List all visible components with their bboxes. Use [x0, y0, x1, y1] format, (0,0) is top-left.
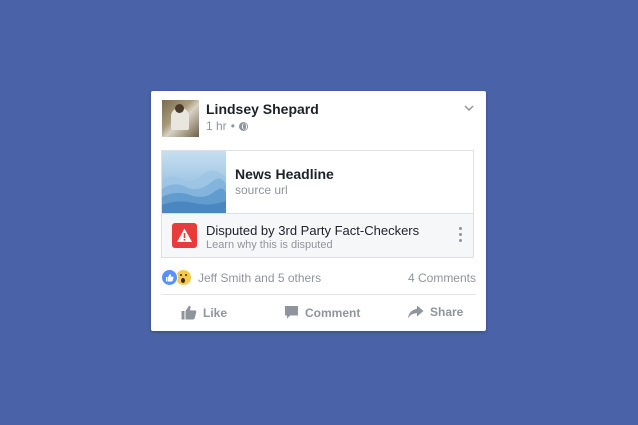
shared-link-preview[interactable]: News Headline source url Disputed by 3rd…	[161, 150, 474, 258]
warning-icon	[172, 223, 197, 248]
link-source: source url	[235, 183, 288, 197]
post-actions: Like Comment Share	[151, 305, 486, 325]
like-button[interactable]: Like	[181, 305, 227, 320]
share-label: Share	[430, 305, 464, 319]
thumbs-up-icon	[181, 305, 197, 320]
divider	[161, 294, 476, 295]
globe-icon[interactable]	[238, 121, 248, 131]
chevron-down-icon[interactable]	[464, 103, 474, 113]
comment-button[interactable]: Comment	[284, 305, 360, 320]
disputed-banner[interactable]: Disputed by 3rd Party Fact-Checkers Lear…	[162, 213, 473, 257]
more-options-icon[interactable]	[459, 227, 463, 245]
disputed-title: Disputed by 3rd Party Fact-Checkers	[206, 223, 420, 238]
avatar[interactable]	[162, 100, 199, 137]
reactions-summary[interactable]: Jeff Smith and 5 others	[161, 269, 321, 286]
comment-icon	[285, 306, 298, 319]
like-reaction-icon	[161, 269, 178, 286]
post-meta: 1 hr •	[206, 119, 248, 133]
reactions-text[interactable]: Jeff Smith and 5 others	[198, 271, 321, 285]
like-label: Like	[203, 305, 228, 320]
share-icon	[408, 305, 424, 319]
mountains-image	[162, 170, 226, 213]
link-thumbnail[interactable]	[162, 151, 226, 213]
post-author-name[interactable]: Lindsey Shepard	[206, 101, 319, 117]
comment-label: Comment	[305, 305, 361, 320]
avatar-head	[175, 104, 184, 113]
link-title[interactable]: News Headline	[235, 166, 334, 182]
share-button[interactable]: Share	[407, 305, 463, 319]
learn-why-link[interactable]: Learn why this is disputed	[206, 239, 333, 251]
news-feed-post: Lindsey Shepard 1 hr • News Headline sou…	[151, 91, 486, 331]
post-time[interactable]: 1 hr	[206, 119, 227, 133]
meta-separator: •	[230, 119, 235, 133]
comments-count[interactable]: 4 Comments	[408, 271, 476, 285]
